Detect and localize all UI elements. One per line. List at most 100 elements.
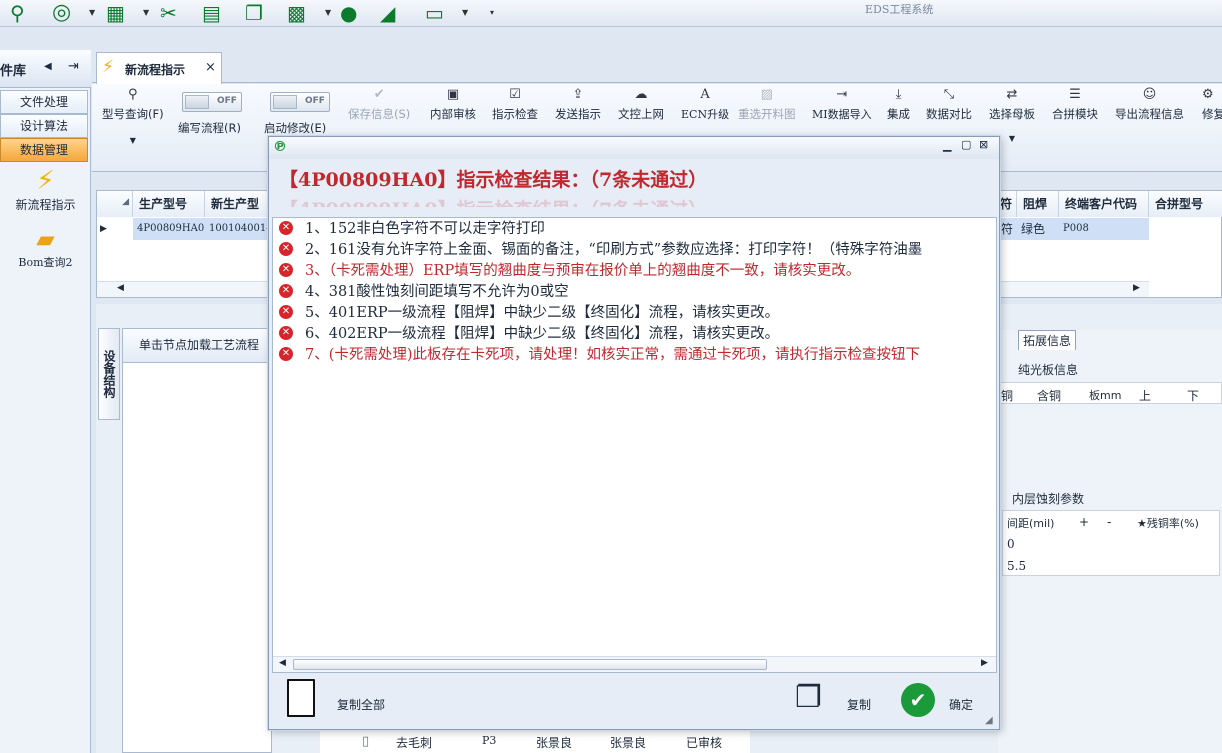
scissors-icon[interactable]: ✂ xyxy=(160,2,177,24)
list-item[interactable]: ✕ 4、381酸性蚀刻间距填写不允许为0或空 xyxy=(279,282,569,302)
process-row[interactable]: ▯ 去毛刺 P3 张景良 张景良 已审核 xyxy=(320,730,750,753)
close-icon[interactable]: × xyxy=(205,60,216,75)
merge-module-button[interactable]: ☰ 合拼模块 xyxy=(1052,84,1098,122)
list-item[interactable]: ✕ 6、402ERP一级流程【阻焊】中缺少二级【终固化】流程，请核实更改。 xyxy=(279,324,779,344)
list-item[interactable]: ✕ 7、(卡死需处理)此板存在卡死项，请处理！如核实正常，需通过卡死项，请执行指示… xyxy=(279,345,920,365)
compress-icon: ⤡ xyxy=(943,87,955,102)
nav-file-processing[interactable]: 文件处理 xyxy=(0,90,88,114)
lifebuoy-icon[interactable]: ◎ xyxy=(52,2,71,24)
model-query-label: 型号查询(F) xyxy=(102,107,164,121)
scroll-left-icon[interactable]: ◀ xyxy=(279,658,286,668)
chevron-left-icon[interactable]: ◀ xyxy=(44,61,52,72)
repair-button[interactable]: ⚙ 修复 xyxy=(1202,84,1222,122)
tab-extended-info[interactable]: 拓展信息 xyxy=(1018,330,1077,350)
customize-toolbar-icon[interactable]: ▾ xyxy=(490,8,494,17)
grid-cell[interactable]: 5.5 xyxy=(1007,559,1026,573)
list-item[interactable]: ✕ 5、401ERP一级流程【阻焊】中缺少二级【终固化】流程，请核实更改。 xyxy=(279,303,779,323)
instruction-check-button[interactable]: ☑ 指示检查 xyxy=(492,84,538,122)
chevron-down-icon[interactable]: ▼ xyxy=(325,8,331,17)
resize-grip-icon[interactable]: ◢ xyxy=(985,715,993,726)
column-header: - xyxy=(1107,515,1112,529)
edit-flow-toggle[interactable]: OFF xyxy=(182,92,242,112)
column-header[interactable]: 新生产型 xyxy=(205,191,277,217)
list-item[interactable]: ✕ 2、161没有允许字符上金面、锡面的备注，“印刷方式”参数应选择：打印字符！（… xyxy=(279,240,922,260)
row-indicator-icon: ▶ xyxy=(100,224,107,234)
column-header[interactable]: 生产型号 xyxy=(133,191,205,217)
sign-in-icon: ⇥ xyxy=(836,87,848,102)
mi-data-import-button[interactable]: ⇥ MI数据导入 xyxy=(812,84,872,122)
user-icon[interactable]: ● xyxy=(340,2,357,24)
button-label: 指示检查 xyxy=(492,107,538,121)
quick-access-toolbar: ⚲ ◎ ▼ ▦ ▼ ✂ ▤ ❐ ▩ ▼ ● ◢ ▭ ▼ ▾ EDS工程系统 xyxy=(0,0,1222,27)
tab-equipment-structure[interactable]: 设备结构 xyxy=(98,328,120,420)
ecn-upgrade-button[interactable]: A ECN升级 xyxy=(681,84,729,122)
monitor-icon[interactable]: ▭ xyxy=(425,2,444,24)
dialog-titlebar: ℗ ▁ ▢ ⊠ xyxy=(269,137,999,159)
chevron-down-icon[interactable]: ▼ xyxy=(89,8,95,17)
dialog-footer: 复制全部 ❐ 复制 ✔ 确定 ◢ xyxy=(269,675,999,729)
check-result-list[interactable]: ✕ 1、152非白色字符不可以走字符打印 ✕ 2、161没有允许字符上金面、锡面的备… xyxy=(272,217,997,673)
list-item[interactable]: ✕ 1、152非白色字符不可以走字符打印 xyxy=(279,219,545,239)
scroll-left-icon[interactable]: ◀ xyxy=(117,283,124,293)
ok-check-icon[interactable]: ✔ xyxy=(901,683,935,717)
column-header: + xyxy=(1079,515,1090,529)
scroll-right-icon[interactable]: ▶ xyxy=(981,658,988,668)
wrench-icon: ⚙ xyxy=(1202,87,1214,102)
grid-icon[interactable]: ▩ xyxy=(287,2,306,24)
column-header: 含铜 xyxy=(1037,389,1062,403)
close-icon[interactable]: ⊠ xyxy=(979,138,988,151)
table-icon[interactable]: ▦ xyxy=(106,2,125,24)
nav-data-management[interactable]: 数据管理 xyxy=(0,138,88,162)
copy-all-button[interactable]: 复制全部 xyxy=(337,696,385,713)
data-compare-button[interactable]: ⤡ 数据对比 xyxy=(926,84,972,122)
document-icon[interactable] xyxy=(287,679,315,717)
button-label: 文控上网 xyxy=(618,107,664,121)
folder-open-icon: ▰ xyxy=(36,225,55,253)
left-navigation-panel: 件库 ◀ ⇥ 文件处理 设计算法 数据管理 ⚡ 新流程指示 ▰ Bom查询2 xyxy=(0,50,91,753)
smile-icon: ☺ xyxy=(1142,87,1157,102)
select-motherboard-button[interactable]: ⇄ 选择母板 ▼ xyxy=(989,84,1035,143)
search-icon[interactable]: ⚲ xyxy=(10,2,25,24)
copy-icon[interactable]: ❐ xyxy=(245,2,263,24)
copy-button[interactable]: 复制 xyxy=(847,696,871,713)
chevron-down-icon[interactable]: ▼ xyxy=(102,136,164,145)
column-header[interactable]: 终端客户代码 xyxy=(1059,191,1149,217)
nav-design-algorithm[interactable]: 设计算法 xyxy=(0,114,88,138)
internal-review-button[interactable]: ▣ 内部审核 xyxy=(430,84,476,122)
list-horizontal-scrollbar[interactable]: ◀ ▶ xyxy=(273,656,996,672)
error-icon: ✕ xyxy=(279,220,293,235)
area-chart-icon[interactable]: ◢ xyxy=(380,2,395,24)
reselect-cutting-button[interactable]: ▨ 重选开料图 xyxy=(738,84,796,122)
grid-cell[interactable]: 0 xyxy=(1007,537,1015,551)
model-query-button[interactable]: ⚲ 型号查询(F) ▼ xyxy=(102,84,164,145)
nav-item-new-flow[interactable]: ⚡ 新流程指示 xyxy=(0,166,91,213)
column-header[interactable]: 合拼型号 xyxy=(1149,191,1222,217)
exchange-icon: ⇄ xyxy=(1006,87,1018,102)
column-header[interactable]: 阻焊 xyxy=(1017,191,1059,217)
copy-icon[interactable]: ❐ xyxy=(795,681,822,715)
film-icon[interactable]: ▤ xyxy=(202,2,221,24)
minimize-icon[interactable]: ▁ xyxy=(943,139,951,152)
start-edit-toggle[interactable]: OFF xyxy=(270,92,330,112)
maximize-icon[interactable]: ▢ xyxy=(961,138,971,151)
button-label: 数据对比 xyxy=(926,107,972,121)
scroll-right-icon[interactable]: ▶ xyxy=(1133,283,1140,293)
doc-online-button[interactable]: ☁ 文控上网 xyxy=(618,84,664,122)
export-flow-info-button[interactable]: ☺ 导出流程信息 xyxy=(1115,84,1184,122)
item-text: 7、(卡死需处理)此板存在卡死项，请处理！如核实正常，需通过卡死项，请执行指示检… xyxy=(305,347,921,363)
start-edit-label: 启动修改(E) xyxy=(264,121,327,135)
list-item[interactable]: ✕ 3、（卡死需处理）ERP填写的翘曲度与预审在报价单上的翘曲度不一致，请核实更改… xyxy=(279,261,860,281)
ok-button[interactable]: 确定 xyxy=(949,696,973,713)
column-header[interactable]: 符 xyxy=(997,191,1017,217)
grid-cell: 符 xyxy=(1001,222,1014,236)
integrate-button[interactable]: ⤓ 集成 xyxy=(887,84,910,122)
save-info-button[interactable]: ✔ 保存信息(S) xyxy=(348,84,410,122)
chevron-down-icon[interactable]: ▼ xyxy=(462,8,468,17)
pure-board-title: 纯光板信息 xyxy=(1018,363,1079,377)
nav-item-bom-query[interactable]: ▰ Bom查询2 xyxy=(0,224,91,270)
sign-in-icon[interactable]: ⇥ xyxy=(68,59,79,74)
chevron-down-icon[interactable]: ▼ xyxy=(143,8,149,17)
send-instruction-button[interactable]: ⇪ 发送指示 xyxy=(555,84,601,122)
scroll-thumb[interactable] xyxy=(293,659,767,670)
tab-new-flow[interactable]: ⚡ 新流程指示 × xyxy=(96,52,222,84)
